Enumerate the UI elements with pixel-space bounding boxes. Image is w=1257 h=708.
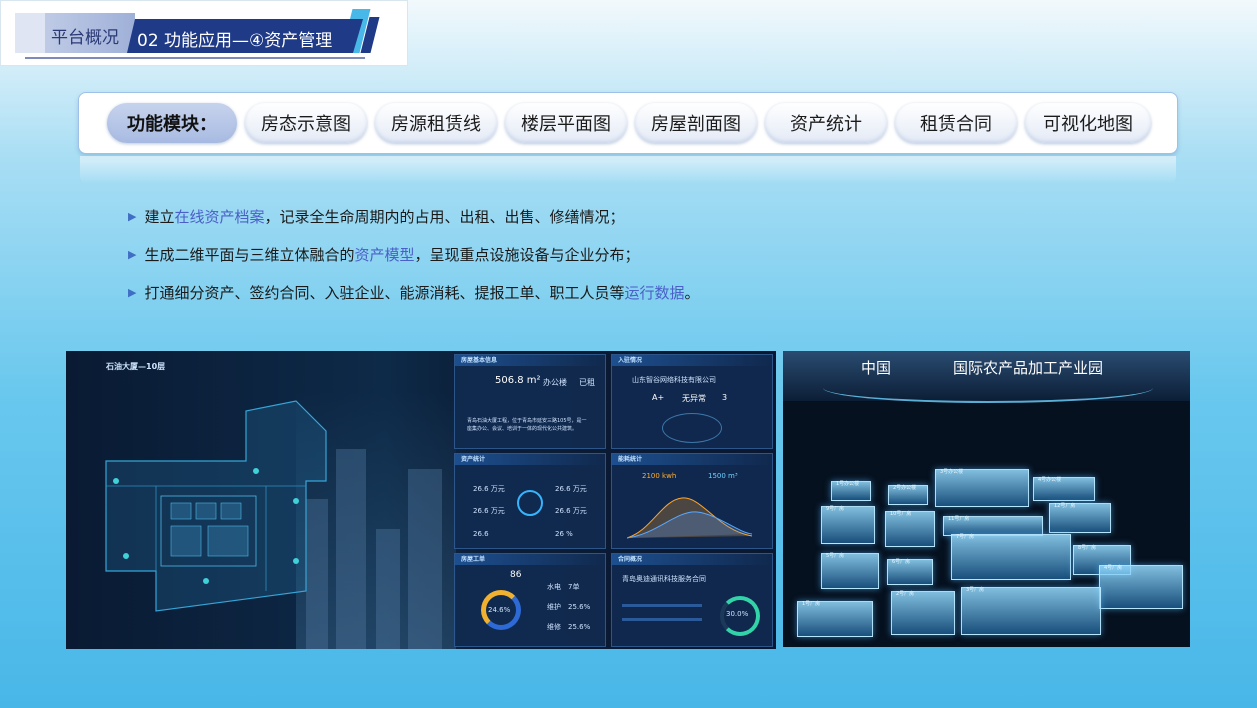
park-title-name: 国际农产品加工产业园 <box>953 359 1104 377</box>
module-visual-map[interactable]: 可视化地图 <box>1025 103 1151 143</box>
page-title: 02 功能应用—④资产管理 <box>137 31 333 51</box>
bullet-text: ，记录全生命周期内的占用、出租、出售、修缮情况； <box>264 208 625 226</box>
building-block[interactable]: 6号厂房 <box>887 559 933 585</box>
bullet-text: 打通细分资产、签约合同、入驻企业、能源消耗、提报工单、职工人员等 <box>144 284 625 302</box>
workorder-panel: 房屋工单 86 24.6% 水电 7单 维护 25.6% 维修 25.6% <box>454 553 606 647</box>
tenant-count: 3 <box>722 393 728 402</box>
function-module-bar: 功能模块： 房态示意图 房源租赁线 楼层平面图 房屋剖面图 资产统计 租赁合同 … <box>78 92 1178 154</box>
energy-water: 1500 m³ <box>708 472 738 480</box>
building-block[interactable]: 4号办公楼 <box>1033 477 1095 501</box>
bullet-arrow-icon: ▶ <box>128 248 137 261</box>
bullet-arrow-icon: ▶ <box>128 286 137 299</box>
building-block[interactable]: 2号厂房 <box>891 591 955 635</box>
module-bar-title: 功能模块： <box>107 103 237 143</box>
building-block[interactable]: 3号办公楼 <box>935 469 1029 507</box>
bullet-text: 生成二维平面与三维立体融合的 <box>144 246 355 264</box>
page-title-tab: 02 功能应用—④资产管理 <box>127 19 363 53</box>
module-floor-plan[interactable]: 楼层平面图 <box>505 103 627 143</box>
energy-curve-chart <box>627 497 753 539</box>
room-status: 已租 <box>579 378 595 387</box>
building-block[interactable]: 5号厂房 <box>821 553 879 589</box>
module-lease-contract[interactable]: 租赁合同 <box>895 103 1017 143</box>
building-block[interactable]: 1号厂房 <box>797 601 873 637</box>
room-area: 506.8 m² <box>495 375 541 386</box>
building-block[interactable]: 4号厂房 <box>1099 565 1183 609</box>
module-rental-line[interactable]: 房源租赁线 <box>375 103 497 143</box>
asset-stats-panel: 资产统计 26.6 万元 26.6 万元 26.6 万元 26.6 万元 26.… <box>454 453 606 549</box>
building-block[interactable]: 3号厂房 <box>961 587 1101 635</box>
section-tab-marker <box>15 13 45 53</box>
bullet-text: 。 <box>684 284 700 302</box>
backdrop-building <box>336 449 366 649</box>
park-3d-map-screenshot: 中国 国际农产品加工产业园 1号办公楼 2号办公楼 3号办公楼 4号办公楼 9号… <box>783 351 1190 647</box>
room-type: 办公楼 <box>543 378 567 387</box>
backdrop-building <box>408 469 442 649</box>
bullet-highlight: 资产模型 <box>354 246 415 264</box>
section-label: 平台概况 <box>51 28 119 48</box>
module-asset-stats[interactable]: 资产统计 <box>765 103 887 143</box>
tenant-exception: 无异常 <box>682 394 706 403</box>
tenant-name: 山东智谷网络科技有限公司 <box>632 376 716 384</box>
park-title-country: 中国 <box>861 359 892 377</box>
energy-panel: 能耗统计 2100 kwh 1500 m³ <box>611 453 773 549</box>
workorder-total: 86 <box>510 570 522 580</box>
bullet-asset-archive: ▶ 建立 在线资产档案 ，记录全生命周期内的占用、出租、出售、修缮情况； <box>128 206 625 227</box>
building-block[interactable]: 9号厂房 <box>821 506 875 544</box>
building-block[interactable]: 12号厂房 <box>1049 503 1111 533</box>
backdrop-building <box>376 529 400 649</box>
bullet-text: ，呈现重点设施设备与企业分布； <box>414 246 640 264</box>
module-room-status[interactable]: 房态示意图 <box>245 103 367 143</box>
floor-plan-dashboard-screenshot: 石油大厦—10层 房屋基本信息 506.8 m² 办公楼 已租 青岛石油大厦工程… <box>66 351 776 649</box>
bullet-operation-data: ▶ 打通细分资产、签约合同、入驻企业、能源消耗、提报工单、职工人员等 运行数据。 <box>128 282 700 303</box>
contract-panel: 合同概况 青岛奥迪通讯科技服务合同 30.0% <box>611 553 773 647</box>
tenant-rating: A+ <box>652 393 665 402</box>
workorder-rate: 24.6% <box>488 606 511 614</box>
bullet-highlight: 运行数据 <box>624 284 685 302</box>
building-block[interactable]: 2号办公楼 <box>888 485 928 505</box>
basic-info-panel: 房屋基本信息 506.8 m² 办公楼 已租 青岛石油大厦工程，位于青岛市延安三… <box>454 354 606 449</box>
bullet-highlight: 在线资产档案 <box>174 208 265 226</box>
bullet-arrow-icon: ▶ <box>128 210 137 223</box>
bullet-asset-model: ▶ 生成二维平面与三维立体融合的 资产模型 ，呈现重点设施设备与企业分布； <box>128 244 640 265</box>
hologram-ring <box>662 413 722 443</box>
contract-progress-bar <box>622 618 702 621</box>
header-underline <box>25 57 365 59</box>
module-section-view[interactable]: 房屋剖面图 <box>635 103 757 143</box>
tenant-panel: 入驻情况 山东智谷网络科技有限公司 A+ 无异常 3 <box>611 354 773 449</box>
floor-title: 石油大厦—10层 <box>106 362 166 371</box>
slide-header: 平台概况 02 功能应用—④资产管理 <box>0 0 408 66</box>
section-tab: 平台概况 <box>15 13 135 53</box>
floor-plan-drawing <box>105 400 327 612</box>
asset-icon <box>517 490 543 516</box>
building-block[interactable]: 1号办公楼 <box>831 481 871 501</box>
energy-power: 2100 kwh <box>642 472 677 480</box>
building-block[interactable]: 7号厂房 <box>951 534 1071 580</box>
building-block[interactable]: 10号厂房 <box>885 511 935 547</box>
module-bar-reflection <box>80 156 1176 184</box>
contract-progress-bar <box>622 604 702 607</box>
bullet-text: 建立 <box>144 208 175 226</box>
repair-rate: 30.0% <box>726 610 749 618</box>
